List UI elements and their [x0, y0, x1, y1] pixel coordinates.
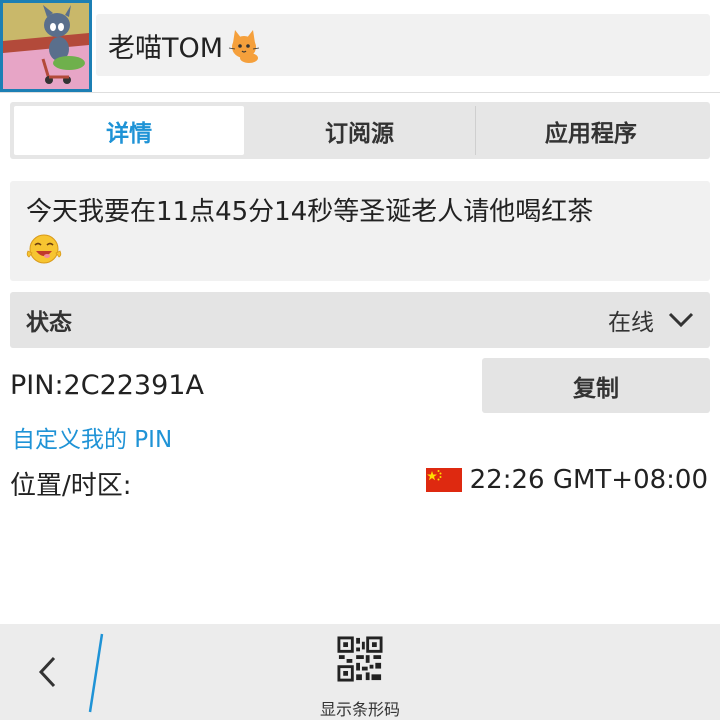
avatar[interactable]: [0, 0, 92, 92]
qr-code-icon: [337, 636, 383, 682]
profile-tabs: 详情 订阅源 应用程序: [10, 102, 710, 159]
show-barcode-button[interactable]: 显示条形码: [290, 632, 430, 720]
status-message-field[interactable]: 今天我要在11点45分14秒等圣诞老人请他喝红茶: [10, 181, 710, 281]
status-selected: 在线: [608, 303, 694, 337]
display-name-field[interactable]: 老喵TOM: [96, 14, 710, 76]
display-name: 老喵TOM: [108, 32, 224, 64]
status-label: 状态: [26, 310, 72, 336]
status-value: 在线: [608, 310, 654, 336]
local-time: 22:26 GMT+08:00: [469, 465, 708, 495]
smiley-face-icon: [26, 234, 62, 264]
tab-details[interactable]: 详情: [14, 106, 245, 155]
tab-apps[interactable]: 应用程序: [474, 106, 706, 155]
profile-screen: 老喵TOM 详情 订阅源 应用程序 今天我要在11点45分14秒等圣诞老人请他喝…: [0, 0, 720, 720]
cat-face-icon: [228, 30, 260, 63]
cartoon-cat-avatar-icon: [3, 3, 89, 89]
tab-feeds[interactable]: 订阅源: [244, 106, 474, 155]
status-message-text: 今天我要在11点45分14秒等圣诞老人请他喝红茶: [26, 197, 594, 227]
location-label: 位置/时区:: [10, 471, 132, 501]
back-divider-slash: [88, 633, 104, 713]
copy-pin-button[interactable]: 复制: [482, 358, 710, 413]
location-value: 22:26 GMT+08:00: [425, 465, 708, 495]
chevron-down-icon: [668, 312, 694, 328]
header-divider: [0, 92, 720, 93]
show-barcode-label: 显示条形码: [319, 700, 400, 719]
custom-pin-link[interactable]: 自定义我的 PIN: [12, 420, 172, 454]
bottom-action-bar: 显示条形码: [0, 624, 720, 720]
china-flag-icon: [425, 468, 462, 492]
back-chevron-icon[interactable]: [30, 652, 66, 692]
pin-value: PIN:2C22391A: [10, 370, 204, 401]
status-dropdown[interactable]: 状态 在线: [10, 292, 710, 348]
